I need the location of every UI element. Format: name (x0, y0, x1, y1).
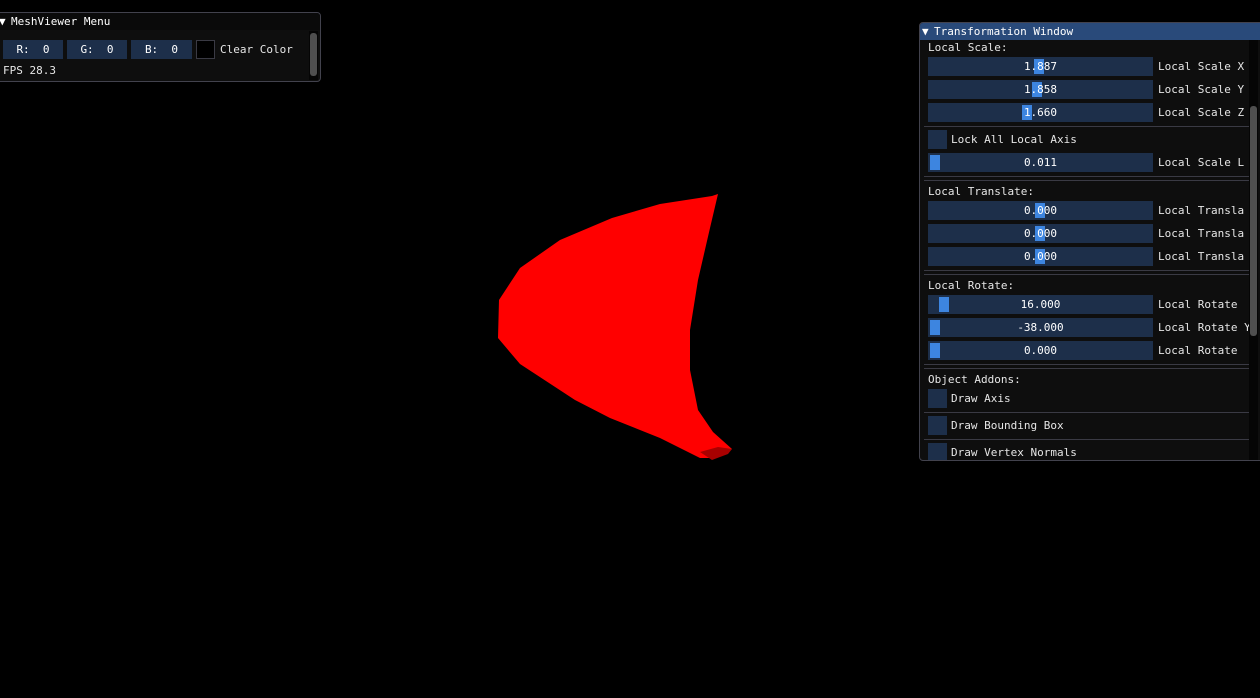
draw-axis-checkbox[interactable] (928, 389, 947, 408)
slider-value: 1.858 (1023, 83, 1058, 96)
local-rotate-y-label: Local Rotate Y (1158, 321, 1251, 334)
local-rotate-x-slider[interactable]: 16.000 (928, 295, 1153, 314)
separator (924, 270, 1249, 271)
transformation-window[interactable]: ▼ Transformation Window Local Scale: 1.88… (919, 22, 1260, 461)
slider-value: -38.000 (1017, 321, 1064, 334)
local-scale-y-label: Local Scale Y (1158, 83, 1245, 96)
menu-scrollbar-grab[interactable] (310, 33, 317, 76)
clear-color-swatch[interactable] (196, 40, 215, 59)
local-rotate-z-label: Local Rotate (1158, 344, 1238, 357)
separator (924, 176, 1249, 177)
local-rotate-z-slider[interactable]: 0.000 (928, 341, 1153, 360)
local-scale-x-slider[interactable]: 1.887 (928, 57, 1153, 76)
separator (924, 412, 1249, 413)
slider-value: 1.887 (1023, 60, 1058, 73)
separator (924, 439, 1249, 440)
local-scale-header: Local Scale: (928, 41, 1008, 54)
separator (924, 274, 1249, 275)
separator (924, 368, 1249, 369)
local-translate-header: Local Translate: (928, 185, 1034, 198)
slider-value: 0.000 (1023, 227, 1058, 240)
slider-value: 0.000 (1023, 250, 1058, 263)
local-translate-z-slider[interactable]: 0.000 (928, 247, 1153, 266)
draw-vertex-normals-checkbox[interactable] (928, 443, 947, 460)
meshviewer-menu-window[interactable]: ▼MeshViewer Menu R: 0 G: 0 B: 0 Clear Co… (0, 12, 321, 82)
local-scale-y-slider[interactable]: 1.858 (928, 80, 1153, 99)
menu-titlebar[interactable]: ▼MeshViewer Menu (0, 13, 320, 30)
local-scale-l-label: Local Scale L (1158, 156, 1245, 169)
object-addons-header: Object Addons: (928, 373, 1021, 386)
local-scale-x-label: Local Scale X (1158, 60, 1245, 73)
local-translate-y-label: Local Transla (1158, 227, 1245, 240)
transform-titlebar[interactable]: ▼ Transformation Window (920, 23, 1260, 40)
slider-value: 0.000 (1023, 204, 1058, 217)
local-rotate-y-slider[interactable]: -38.000 (928, 318, 1153, 337)
draw-bounding-box-checkbox[interactable] (928, 416, 947, 435)
local-translate-y-slider[interactable]: 0.000 (928, 224, 1153, 243)
slider-value: 1.660 (1023, 106, 1058, 119)
local-rotate-x-label: Local Rotate (1158, 298, 1238, 311)
draw-axis-label: Draw Axis (951, 392, 1011, 405)
menu-title: MeshViewer Menu (11, 15, 111, 28)
local-translate-x-label: Local Transla (1158, 204, 1245, 217)
slider-value: 0.000 (1023, 344, 1058, 357)
local-rotate-header: Local Rotate: (928, 279, 1015, 292)
local-scale-z-slider[interactable]: 1.660 (928, 103, 1153, 122)
draw-bounding-box-label: Draw Bounding Box (951, 419, 1064, 432)
transform-body: Local Scale: 1.887 Local Scale X 1.858 L… (920, 40, 1260, 460)
separator (924, 180, 1249, 181)
menu-scrollbar[interactable] (309, 31, 318, 80)
transform-scrollbar-grab[interactable] (1250, 106, 1257, 336)
separator (924, 126, 1249, 127)
local-scale-z-label: Local Scale Z (1158, 106, 1245, 119)
transform-title: Transformation Window (934, 25, 1074, 38)
clear-color-label: Clear Color (220, 43, 293, 56)
color-b-drag[interactable]: B: 0 (131, 40, 192, 59)
clear-color-edit: R: 0 G: 0 B: 0 Clear Color (3, 40, 293, 59)
separator (924, 364, 1249, 365)
local-translate-z-label: Local Transla (1158, 250, 1245, 263)
fps-counter: FPS 28.3 (3, 64, 56, 77)
local-scale-l-slider[interactable]: 0.011 (928, 153, 1153, 172)
slider-value: 0.011 (1023, 156, 1058, 169)
collapse-arrow-icon[interactable]: ▼ (922, 23, 934, 40)
transform-scrollbar[interactable] (1249, 40, 1258, 460)
draw-vertex-normals-label: Draw Vertex Normals (951, 446, 1077, 459)
color-g-drag[interactable]: G: 0 (67, 40, 127, 59)
slider-value: 16.000 (1020, 298, 1061, 311)
lock-axis-label: Lock All Local Axis (951, 133, 1077, 146)
collapse-arrow-icon[interactable]: ▼ (0, 13, 11, 30)
local-translate-x-slider[interactable]: 0.000 (928, 201, 1153, 220)
lock-axis-checkbox[interactable] (928, 130, 947, 149)
color-r-drag[interactable]: R: 0 (3, 40, 63, 59)
